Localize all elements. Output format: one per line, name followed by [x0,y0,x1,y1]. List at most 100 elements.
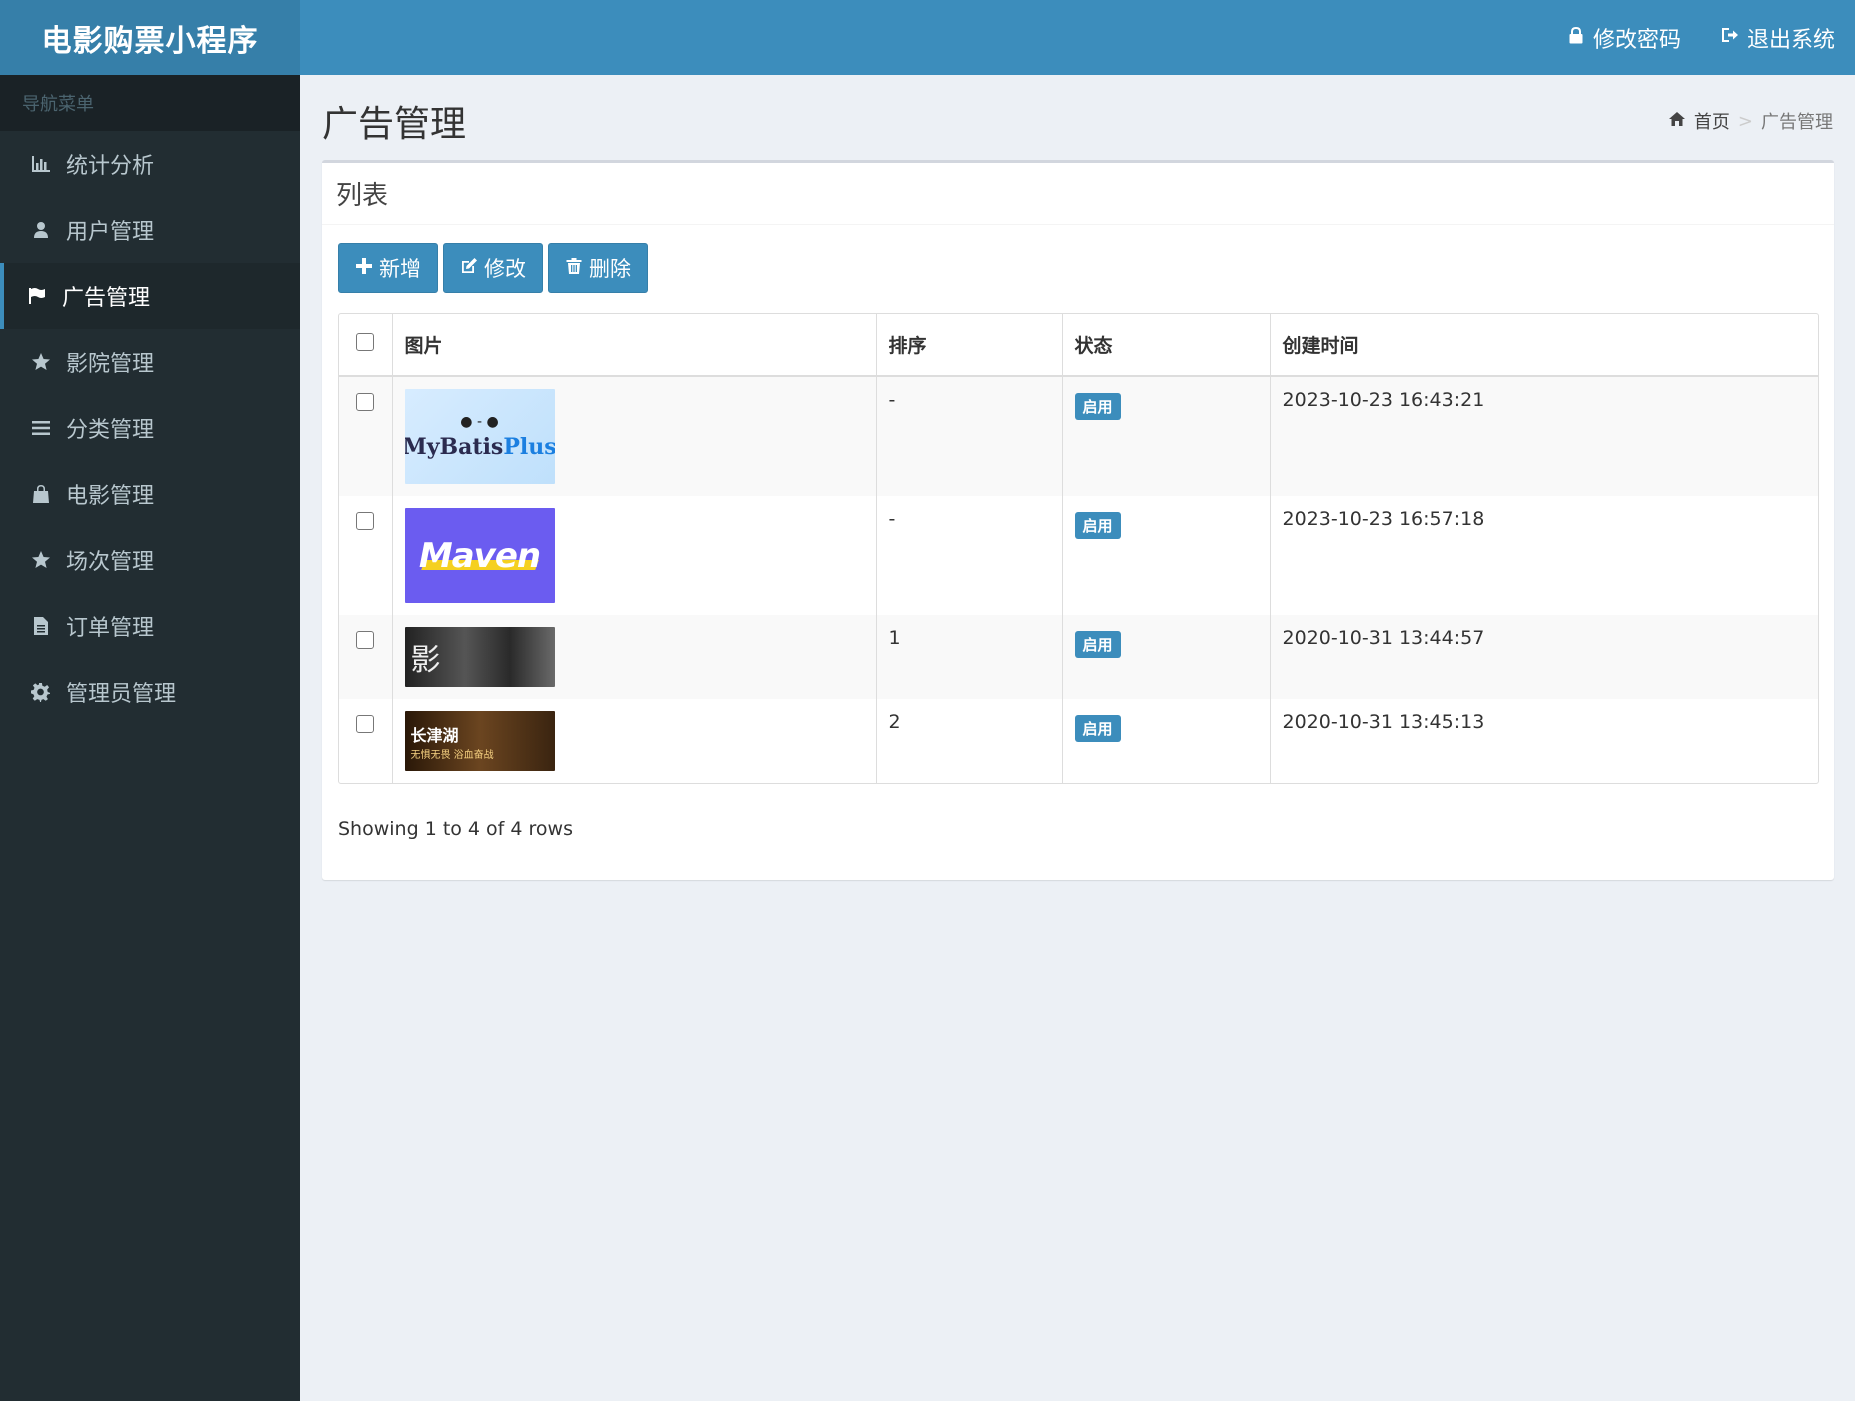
add-button[interactable]: 新增 [338,243,438,293]
topbar: 修改密码 退出系统 [300,0,1855,75]
header-status[interactable]: 状态 [1062,314,1271,377]
image-cell: Maven [392,496,877,615]
sidebar-item-sessions[interactable]: 场次管理 [0,527,300,593]
sort-cell: - [876,496,1063,615]
sort-cell: - [876,376,1063,496]
image-cell: 长津湖 无惧无畏 浴血奋战 [392,699,877,783]
birds-icon: ● - ● [460,413,499,430]
table-header-row: 图片 排序 状态 创建时间 [339,314,1818,377]
bar-chart-icon [30,153,52,175]
sort-cell: 1 [876,615,1063,699]
image-cell: ● - ● MyBatisPlus [392,376,877,496]
ads-table: 图片 排序 状态 创建时间 ● - ● MyBatisPlus - 启用 202… [338,313,1819,784]
list-icon [30,417,52,439]
home-icon [1668,110,1686,133]
ad-image-maven[interactable]: Maven [404,508,555,603]
row-checkbox-cell [339,699,393,783]
shopping-bag-icon [30,483,52,505]
sidebar-item-label: 场次管理 [66,550,155,575]
edit-button[interactable]: 修改 [443,243,543,293]
status-cell: 启用 [1062,376,1271,496]
ad-image-text: Maven [418,535,541,576]
created-cell: 2020-10-31 13:44:57 [1270,615,1818,699]
header-created[interactable]: 创建时间 [1270,314,1818,377]
star-icon [30,549,52,571]
sidebar-item-movies[interactable]: 电影管理 [0,461,300,527]
sidebar-item-label: 统计分析 [66,154,155,179]
status-badge: 启用 [1074,393,1121,420]
pagination-summary: Showing 1 to 4 of 4 rows [338,818,573,840]
row-checkbox-cell [339,496,393,615]
delete-button-label: 删除 [589,257,631,281]
header-sort[interactable]: 排序 [876,314,1063,377]
ad-image-text-1: MyBatis [404,433,504,460]
row-checkbox-cell [339,615,393,699]
sidebar-item-users[interactable]: 用户管理 [0,197,300,263]
change-password-link[interactable]: 修改密码 [1567,22,1681,54]
ad-image-text: MyBatisPlus [405,434,555,460]
ad-image-text: 影 [410,643,441,678]
ad-image-movie-poster-2[interactable]: 长津湖 无惧无畏 浴血奋战 [404,711,555,771]
created-cell: 2023-10-23 16:57:18 [1282,508,1485,530]
ad-image-movie-poster-1[interactable]: 影 [404,627,555,687]
select-all-checkbox[interactable] [356,333,375,351]
status-badge: 启用 [1074,512,1121,539]
sidebar-item-label: 订单管理 [66,616,155,641]
sidebar-item-label: 分类管理 [66,418,155,443]
row-checkbox[interactable] [356,715,375,733]
logout-label: 退出系统 [1746,27,1835,53]
ad-image-text-2: Plus [503,433,555,460]
box-title: 列表 [322,163,1834,225]
status-badge: 启用 [1074,631,1121,658]
sign-out-icon [1721,25,1739,50]
sidebar: 电影购票小程序 导航菜单 统计分析 用户管理 广告管理 影院管理 分类管理 电影… [0,0,300,1401]
status-cell: 启用 [1062,699,1271,783]
add-button-label: 新增 [379,257,421,281]
sidebar-item-ads[interactable]: 广告管理 [0,263,300,329]
change-password-label: 修改密码 [1592,27,1681,53]
row-checkbox-cell [339,376,393,496]
row-checkbox[interactable] [356,512,375,530]
table-row[interactable]: ● - ● MyBatisPlus - 启用 2023-10-23 16:43:… [339,376,1818,496]
breadcrumb-separator: > [1737,110,1753,132]
app-logo-title[interactable]: 电影购票小程序 [0,0,300,75]
row-checkbox[interactable] [356,393,375,411]
header-image[interactable]: 图片 [392,314,877,377]
sidebar-item-orders[interactable]: 订单管理 [0,593,300,659]
ad-image-text-1: 长津湖 [410,725,459,745]
table-row[interactable]: 长津湖 无惧无畏 浴血奋战 2 启用 2020-10-31 13:45:13 [339,699,1818,783]
ad-image-mybatis-plus[interactable]: ● - ● MyBatisPlus [404,389,555,484]
sidebar-item-label: 用户管理 [66,220,155,245]
user-icon [30,219,52,241]
list-box: 列表 新增 修改 删除 图片 排序 状态 创建时间 ● - ● MyBatisP… [322,160,1834,880]
delete-button[interactable]: 删除 [548,243,648,293]
sidebar-item-cinemas[interactable]: 影院管理 [0,329,300,395]
plus-icon [355,256,373,280]
table-row[interactable]: Maven - 启用 2023-10-23 16:57:18 [339,496,1818,615]
sidebar-item-admins[interactable]: 管理员管理 [0,659,300,725]
status-badge: 启用 [1074,715,1121,742]
toolbar: 新增 修改 删除 [338,243,648,293]
row-checkbox[interactable] [356,631,375,649]
trash-icon [565,256,583,280]
edit-button-label: 修改 [484,257,526,281]
page-title: 广告管理 [322,104,467,145]
select-all-cell [339,314,393,377]
breadcrumb-home[interactable]: 首页 [1694,108,1730,134]
breadcrumb: 首页 > 广告管理 [1668,108,1833,134]
sidebar-item-statistics[interactable]: 统计分析 [0,131,300,197]
logout-link[interactable]: 退出系统 [1721,22,1835,54]
sidebar-item-label: 广告管理 [62,286,151,311]
table-row[interactable]: 影 1 启用 2020-10-31 13:44:57 [339,615,1818,699]
status-cell: 启用 [1062,496,1271,615]
sidebar-item-categories[interactable]: 分类管理 [0,395,300,461]
ad-image-text-2: 无惧无畏 浴血奋战 [410,749,494,761]
sidebar-item-label: 管理员管理 [66,682,177,707]
content-area: 广告管理 首页 > 广告管理 列表 新增 修改 删除 图片 排序 状态 创建时间… [300,75,1855,1401]
nav-header: 导航菜单 [0,75,300,131]
gear-icon [30,681,52,703]
created-cell: 2023-10-23 16:43:21 [1270,376,1818,496]
sidebar-item-label: 电影管理 [66,484,155,509]
sidebar-item-label: 影院管理 [66,352,155,377]
file-icon [30,615,52,637]
